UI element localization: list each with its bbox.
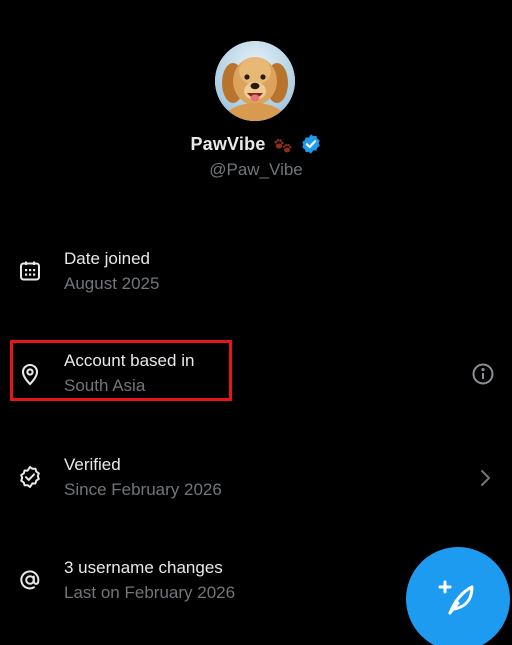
calendar-icon — [18, 259, 42, 283]
verified-badge-icon[interactable] — [300, 133, 322, 155]
red-highlight-box — [10, 340, 232, 401]
date-joined-row: Date joined August 2025 — [0, 238, 512, 308]
info-icon[interactable] — [471, 362, 495, 386]
name-row: PawVibe — [0, 131, 512, 157]
at-sign-icon — [18, 568, 42, 592]
handle: @Paw_Vibe — [209, 160, 303, 179]
verified-row[interactable]: Verified Since February 2026 — [0, 444, 512, 514]
username-last-changed-value: Last on February 2026 — [64, 583, 236, 602]
username-changes-label: 3 username changes — [64, 558, 223, 577]
about-account-page: PawVibe @Paw_Vibe Date joined August 202… — [0, 0, 512, 645]
compose-post-button[interactable] — [406, 547, 510, 645]
compose-post-icon — [438, 580, 474, 615]
date-joined-value: August 2025 — [64, 274, 160, 293]
verified-since-value: Since February 2026 — [64, 480, 222, 499]
verified-check-icon — [18, 465, 42, 489]
paw-prints-icon — [272, 133, 294, 155]
avatar[interactable] — [215, 41, 295, 121]
golden-retriever-avatar-icon — [215, 41, 295, 121]
date-joined-label: Date joined — [64, 249, 151, 268]
verified-label: Verified — [64, 455, 121, 474]
chevron-right-icon — [473, 466, 497, 490]
display-name: PawVibe — [190, 133, 266, 154]
